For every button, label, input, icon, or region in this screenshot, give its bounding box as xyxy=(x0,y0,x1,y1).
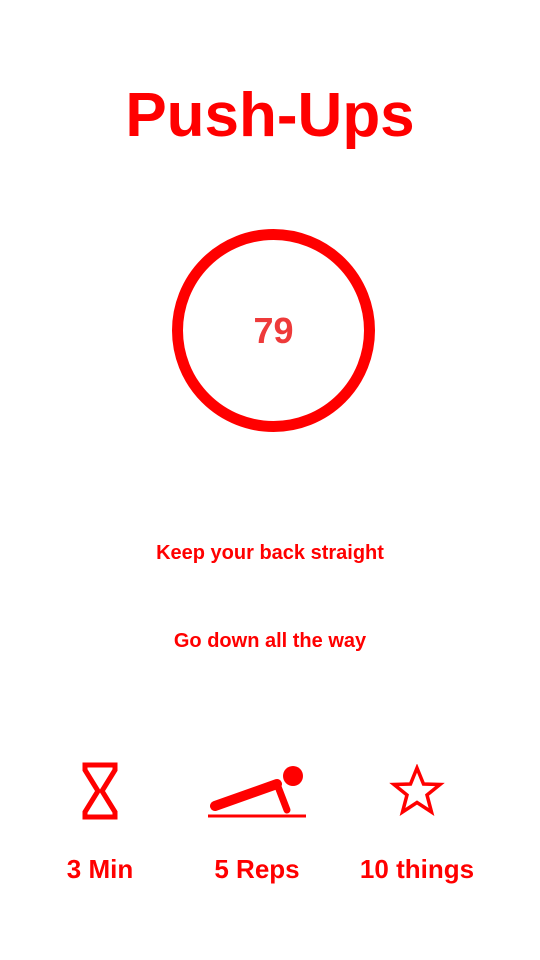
stat-points-label: 10 things xyxy=(359,854,475,884)
rep-counter[interactable]: 79 xyxy=(171,228,376,433)
counter-value: 79 xyxy=(253,310,294,351)
workout-screen: Push-Ups 79 Keep your back straight Go d… xyxy=(0,0,540,960)
stat-duration-label: 3 Min xyxy=(66,854,134,884)
tip-go-down: Go down all the way xyxy=(173,630,367,652)
hourglass-icon xyxy=(82,762,118,820)
star-icon xyxy=(389,764,445,816)
stat-points: 10 things xyxy=(327,756,507,885)
stat-reps-label: 5 Reps xyxy=(214,854,300,884)
stat-duration: 3 Min xyxy=(10,756,190,885)
stat-reps: 5 Reps xyxy=(167,756,347,885)
pushup-figure-icon xyxy=(208,766,306,818)
page-title: Push-Ups xyxy=(125,81,415,150)
tip-back-straight: Keep your back straight xyxy=(156,542,384,564)
